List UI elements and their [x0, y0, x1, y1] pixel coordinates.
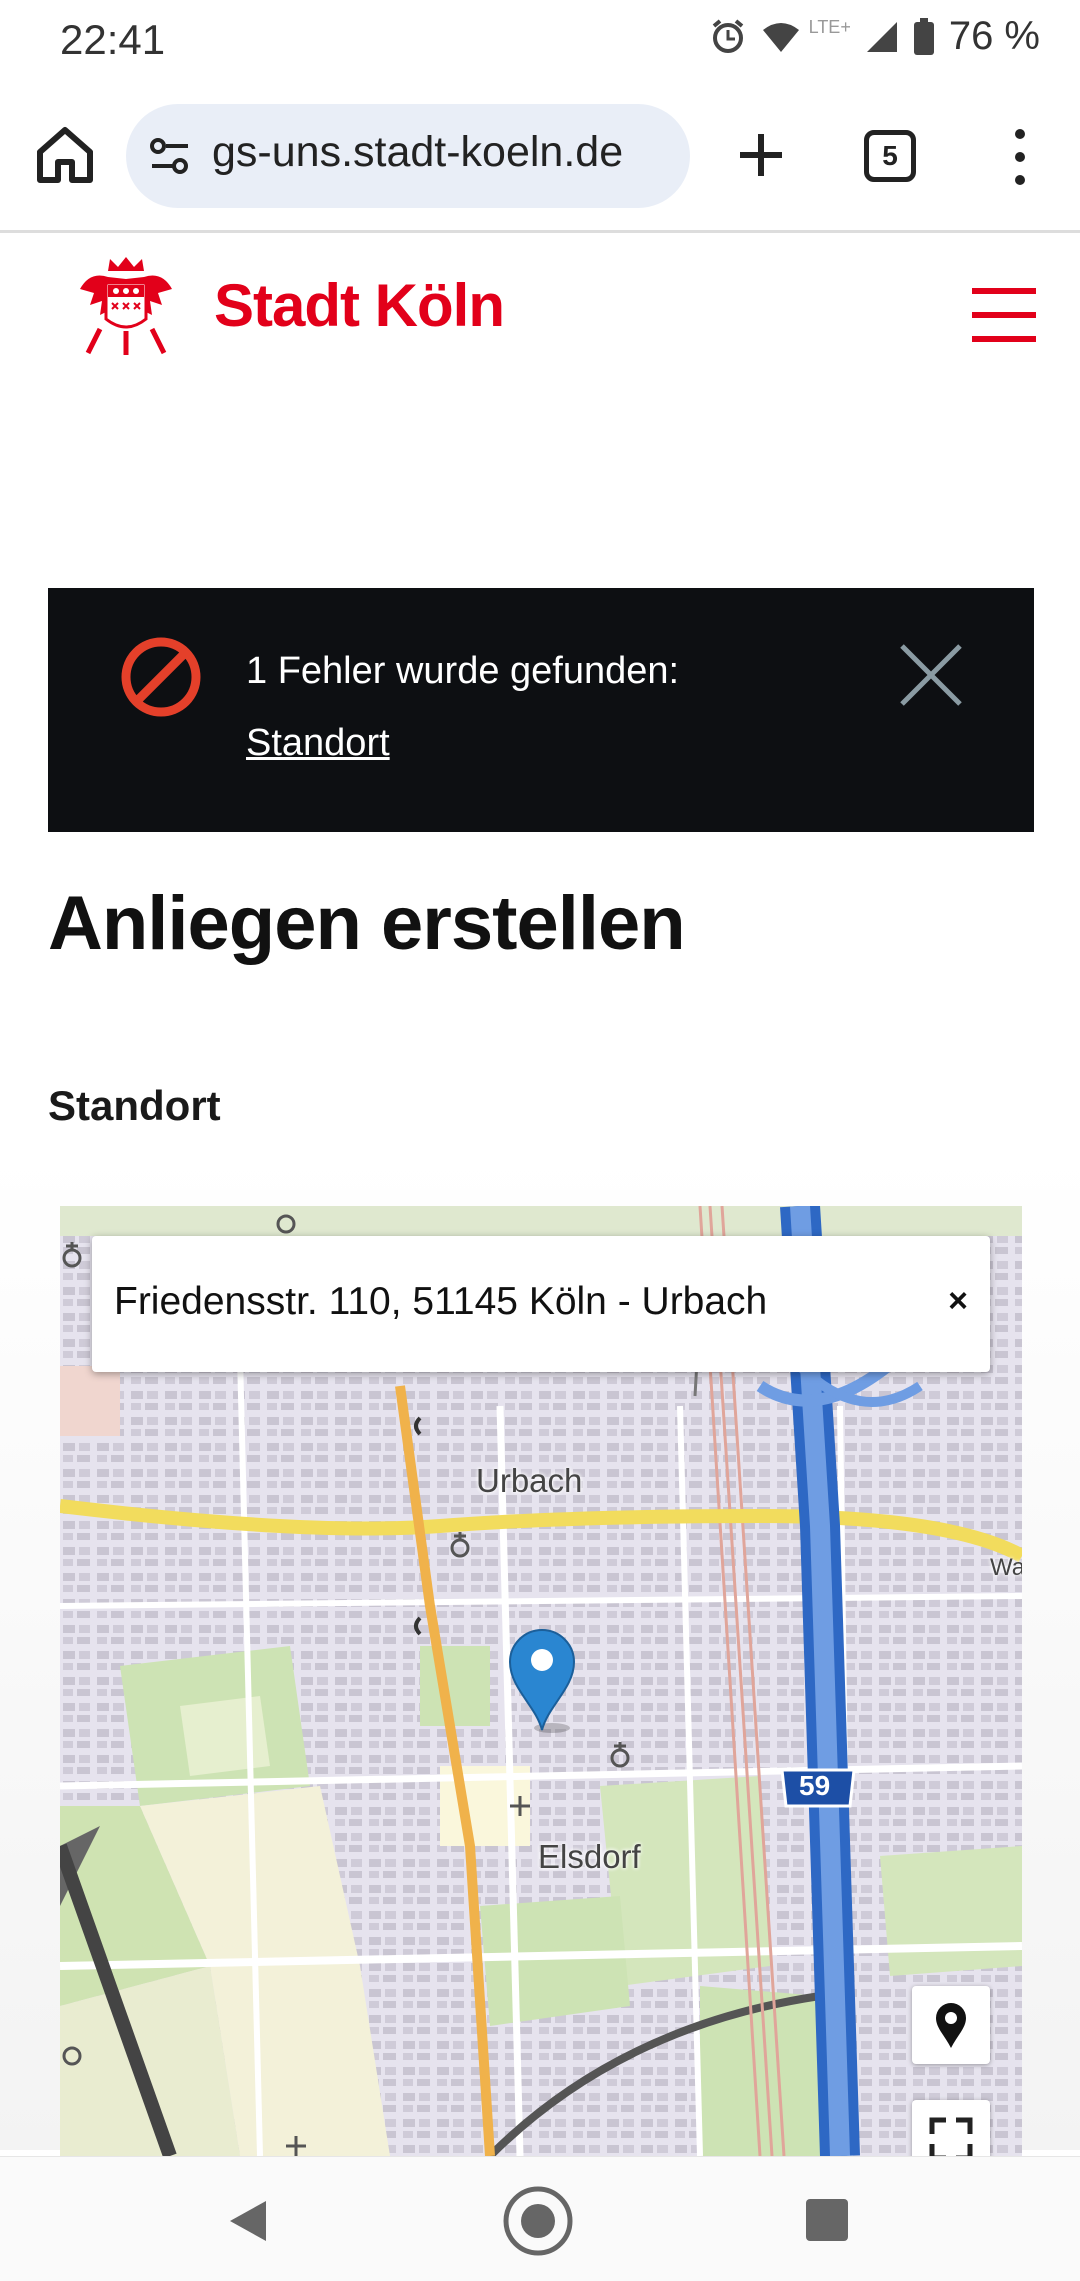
address-text: Friedensstr. 110, 51145 Köln - Urbach	[114, 1280, 768, 1323]
fullscreen-button[interactable]	[912, 2100, 990, 2156]
battery-icon	[913, 17, 934, 55]
fullscreen-icon	[929, 2117, 973, 2156]
error-notification: 1 Fehler wurde gefunden: Standort	[48, 588, 1034, 832]
address-result-box[interactable]: Friedensstr. 110, 51145 Köln - Urbach ×	[92, 1236, 990, 1372]
map-pin-icon	[936, 2003, 966, 2048]
browser-toolbar: gs-uns.stadt-koeln.de 5	[0, 84, 1080, 233]
site-header: Stadt Köln	[0, 233, 1080, 393]
recent-apps-icon[interactable]	[806, 2199, 848, 2241]
coat-of-arms-logo[interactable]	[70, 249, 182, 361]
new-tab-icon[interactable]	[726, 120, 796, 190]
menu-bar	[972, 336, 1036, 342]
tab-switcher-button[interactable]: 5	[864, 130, 916, 182]
locate-me-button[interactable]	[912, 1986, 990, 2064]
place-label-elsdorf: Elsdorf	[538, 1838, 641, 1875]
signal-icon	[866, 21, 897, 52]
road-label: Wa	[990, 1554, 1022, 1581]
location-map[interactable]: Friedensstr. 110, 51145 Köln - Urbach × …	[60, 1206, 1022, 2156]
error-message: 1 Fehler wurde gefunden:	[246, 650, 680, 692]
address-bar[interactable]: gs-uns.stadt-koeln.de	[126, 104, 690, 208]
clear-address-button[interactable]: ×	[948, 1282, 968, 1321]
place-label-urbach: Urbach	[476, 1462, 583, 1499]
back-icon[interactable]	[226, 2197, 270, 2245]
alarm-icon	[712, 18, 743, 53]
battery-percent: 76 %	[948, 14, 1040, 58]
clock: 22:41	[60, 16, 166, 63]
status-icons: LTE+ 76 %	[709, 14, 1040, 59]
network-type: LTE+	[808, 17, 851, 37]
menu-button[interactable]	[972, 288, 1036, 342]
more-menu-icon[interactable]	[1000, 122, 1040, 192]
system-navigation-bar	[0, 2156, 1080, 2281]
home-button-icon[interactable]	[502, 2185, 574, 2257]
error-link-standort[interactable]: Standort	[246, 722, 390, 765]
status-bar: 22:41 LTE+ 76 %	[0, 0, 1080, 84]
wifi-icon	[762, 22, 799, 52]
highway-number: 59	[799, 1770, 831, 1801]
close-icon[interactable]	[896, 640, 966, 710]
site-settings-icon[interactable]	[148, 134, 192, 178]
brand-name[interactable]: Stadt Köln	[214, 271, 505, 340]
location-label: Standort	[48, 1082, 221, 1129]
url-text: gs-uns.stadt-koeln.de	[212, 128, 624, 176]
page-title: Anliegen erstellen	[48, 881, 686, 966]
home-icon[interactable]	[30, 120, 100, 190]
prohibited-icon	[121, 637, 201, 717]
menu-bar	[972, 288, 1036, 294]
location-pin-icon[interactable]	[506, 1626, 578, 1734]
menu-bar	[972, 312, 1036, 318]
